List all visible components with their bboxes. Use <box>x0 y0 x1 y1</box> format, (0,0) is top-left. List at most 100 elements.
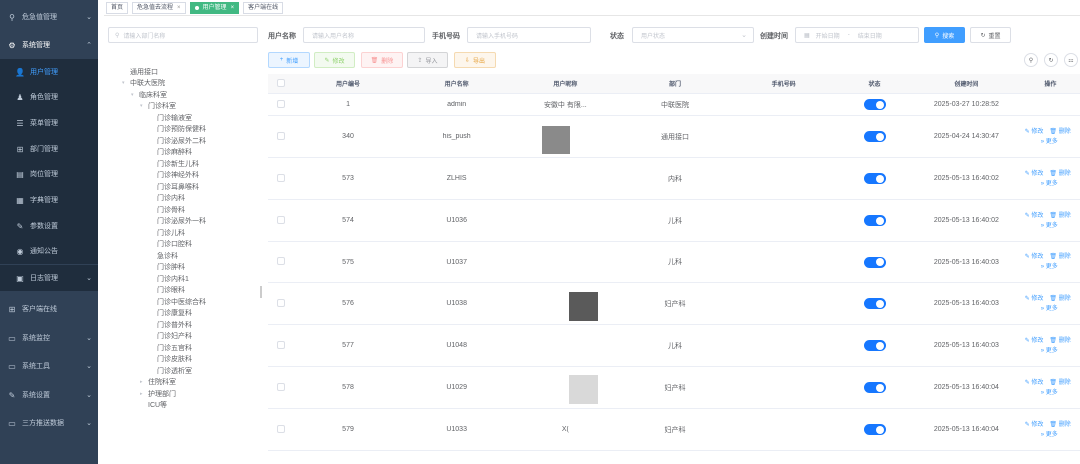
tree-node[interactable]: 门诊输液室 <box>104 112 258 124</box>
row-checkbox[interactable] <box>268 131 294 142</box>
delete-link[interactable]: 🗑 删除 <box>1049 169 1070 179</box>
status-switch[interactable] <box>863 173 886 184</box>
refresh-button[interactable]: ↻ <box>1044 53 1058 67</box>
tree-node[interactable]: 通用接口 <box>104 66 258 78</box>
delete-link[interactable]: 🗑 删除 <box>1049 294 1070 304</box>
row-checkbox[interactable] <box>268 382 294 393</box>
columns-button[interactable]: ⚏ <box>1064 53 1078 67</box>
delete-link[interactable]: 🗑 删除 <box>1049 420 1070 430</box>
row-checkbox[interactable] <box>268 298 294 309</box>
edit-link[interactable]: ✎ 修改 <box>1025 211 1044 221</box>
more-link[interactable]: » 更多 <box>1041 221 1058 231</box>
tree-node[interactable]: 门诊预防保健科 <box>104 124 258 136</box>
edit-button[interactable]: ✎ 修改 <box>314 52 355 68</box>
more-link[interactable]: » 更多 <box>1041 262 1058 272</box>
row-checkbox[interactable] <box>268 99 294 110</box>
more-link[interactable]: » 更多 <box>1041 179 1058 189</box>
sidebar-item-14[interactable]: ✎ 系统设置 ⌄ <box>0 382 98 408</box>
edit-link[interactable]: ✎ 修改 <box>1025 336 1044 346</box>
tree-node[interactable]: ICU等 <box>104 400 258 412</box>
status-switch[interactable] <box>863 99 886 110</box>
tree-node[interactable]: 门诊肿科 <box>104 262 258 274</box>
edit-link[interactable]: ✎ 修改 <box>1025 169 1044 179</box>
tree-node[interactable]: 门诊皮肤科 <box>104 354 258 366</box>
sidebar-item-5[interactable]: ⊞ 部门管理 <box>0 136 98 162</box>
more-link[interactable]: » 更多 <box>1041 304 1058 314</box>
row-checkbox[interactable] <box>268 424 294 435</box>
tree-node[interactable]: 门诊口腔科 <box>104 239 258 251</box>
tree-node[interactable]: ▸ 护理部门 <box>104 388 258 400</box>
export-button[interactable]: ⇩ 导出 <box>454 52 496 68</box>
tree-node[interactable]: 门诊儿科 <box>104 227 258 239</box>
select-all-checkbox[interactable] <box>268 78 294 89</box>
search-button[interactable]: ⚲ 搜索 <box>924 27 965 43</box>
status-switch[interactable] <box>863 256 886 268</box>
status-switch[interactable] <box>863 298 886 309</box>
tree-node[interactable]: ▾ 门诊科室 <box>104 101 258 113</box>
dept-search-input[interactable]: ⚲ 请输入部门名称 <box>108 27 258 43</box>
sidebar-item-4[interactable]: ☰ 菜单管理 <box>0 110 98 136</box>
add-button[interactable]: + 新增 <box>268 52 310 68</box>
edit-link[interactable]: ✎ 修改 <box>1025 294 1044 304</box>
tree-node[interactable]: 门诊透析室 <box>104 365 258 377</box>
tree-node[interactable]: 门诊泌尿外一科 <box>104 216 258 228</box>
tree-node[interactable]: 门诊康复科 <box>104 308 258 320</box>
sidebar-item-10[interactable]: ▣ 日志管理 ⌄ <box>0 265 98 291</box>
tree-node[interactable]: 门诊泌尿外二科 <box>104 135 258 147</box>
edit-link[interactable]: ✎ 修改 <box>1025 420 1044 430</box>
tree-node[interactable]: 急诊科 <box>104 250 258 262</box>
more-link[interactable]: » 更多 <box>1041 388 1058 398</box>
status-select[interactable]: 用户状态 ⌄ <box>632 27 754 43</box>
tree-node[interactable]: 门诊内科 <box>104 193 258 205</box>
sidebar-item-6[interactable]: ▤ 岗位管理 <box>0 161 98 187</box>
tree-node[interactable]: 门诊神经外科 <box>104 170 258 182</box>
more-link[interactable]: » 更多 <box>1041 346 1058 356</box>
import-button[interactable]: ⇪ 导入 <box>407 52 448 68</box>
sidebar-item-9[interactable]: ◉ 通知公告 <box>0 238 98 264</box>
row-checkbox[interactable] <box>268 257 294 267</box>
tag-2[interactable]: 用户管理 × <box>189 1 240 14</box>
pane-splitter-handle[interactable] <box>260 286 262 298</box>
tree-node[interactable]: ▸ 住院科室 <box>104 377 258 389</box>
tag-1[interactable]: 危急值去流程 × <box>132 1 186 14</box>
sidebar-item-8[interactable]: ✎ 参数设置 <box>0 213 98 239</box>
tree-node[interactable]: 门诊麻醉科 <box>104 147 258 159</box>
row-checkbox[interactable] <box>268 173 294 184</box>
sidebar-item-2[interactable]: 👤 用户管理 <box>0 59 98 85</box>
tree-node[interactable]: 门诊五官科 <box>104 342 258 354</box>
sidebar-item-15[interactable]: ▭ 三方推送数据 ⌄ <box>0 410 98 436</box>
tree-node[interactable]: 门诊内科1 <box>104 273 258 285</box>
delete-link[interactable]: 🗑 删除 <box>1049 378 1070 388</box>
date-range-picker[interactable]: ▦ 开始日期 - 结束日期 <box>795 27 919 43</box>
edit-link[interactable]: ✎ 修改 <box>1025 378 1044 388</box>
tree-node[interactable]: ▾ 临床科室 <box>104 89 258 101</box>
status-switch[interactable] <box>863 340 886 351</box>
delete-link[interactable]: 🗑 删除 <box>1049 211 1070 221</box>
delete-button[interactable]: 🗑 删除 <box>361 52 403 68</box>
delete-link[interactable]: 🗑 删除 <box>1049 336 1070 346</box>
tree-node[interactable]: 门诊妇产科 <box>104 331 258 343</box>
sidebar-item-3[interactable]: ♟ 角色管理 <box>0 84 98 110</box>
status-switch[interactable] <box>863 215 886 226</box>
status-switch[interactable] <box>863 382 886 393</box>
close-icon[interactable]: × <box>231 3 235 13</box>
toggle-search-button[interactable]: ⚲ <box>1024 53 1038 67</box>
sidebar-item-12[interactable]: ▭ 系统监控 ⌄ <box>0 325 98 351</box>
more-link[interactable]: » 更多 <box>1041 137 1058 147</box>
delete-link[interactable]: 🗑 删除 <box>1049 127 1070 137</box>
delete-link[interactable]: 🗑 删除 <box>1049 252 1070 262</box>
tree-node[interactable]: 门诊眼科 <box>104 285 258 297</box>
sidebar-item-11[interactable]: ⊞ 客户端在线 <box>0 296 98 322</box>
status-switch[interactable] <box>863 131 886 142</box>
close-icon[interactable]: × <box>177 3 181 13</box>
tree-node[interactable]: 门诊骨科 <box>104 204 258 216</box>
tree-node[interactable]: 门诊普外科 <box>104 319 258 331</box>
status-switch[interactable] <box>863 424 886 435</box>
tree-node[interactable]: 门诊耳鼻喉科 <box>104 181 258 193</box>
sidebar-item-1[interactable]: ⚙ 系统管理 ⌃ <box>0 32 98 58</box>
sidebar-item-0[interactable]: ⚲ 危急值管理 ⌄ <box>0 4 98 30</box>
edit-link[interactable]: ✎ 修改 <box>1025 127 1044 137</box>
more-link[interactable]: » 更多 <box>1041 430 1058 440</box>
reset-button[interactable]: ↻ 重置 <box>970 27 1011 43</box>
username-input[interactable]: 请输入用户名称 <box>303 27 425 43</box>
